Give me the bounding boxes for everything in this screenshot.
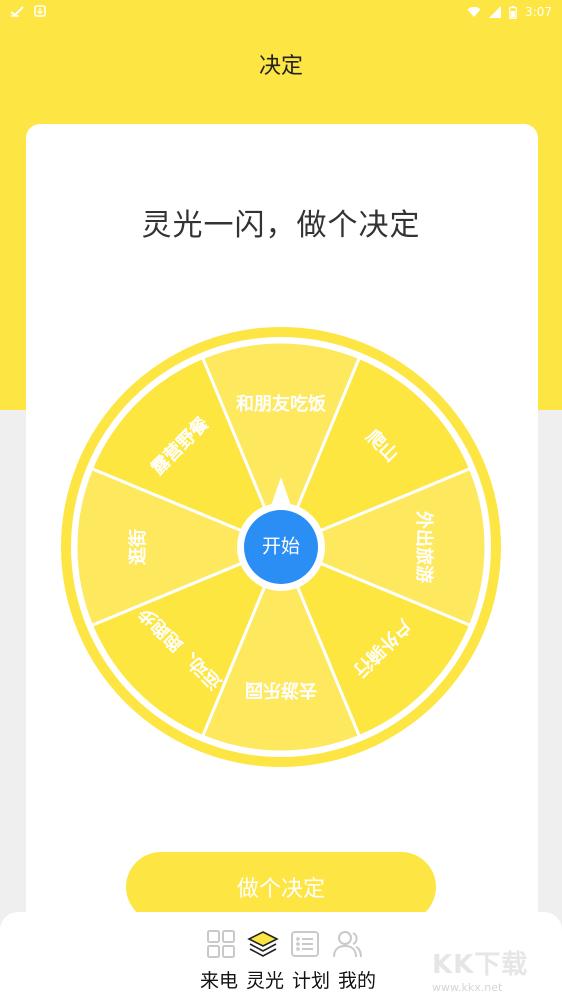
watermark-title: KK下载	[432, 950, 529, 980]
download-icon	[34, 4, 46, 20]
list-icon[interactable]	[287, 926, 323, 962]
decision-wheel[interactable]: 和朋友吃饭爬山外出旅游户外骑行去游乐园运动、跑跑步逛街露营野餐开始	[59, 325, 503, 769]
battery-icon	[509, 5, 517, 19]
start-button-label[interactable]: 开始	[262, 536, 300, 558]
wheel-segment-label: 去游乐园	[245, 679, 317, 701]
nav-label-inspiration[interactable]: 灵光	[246, 966, 284, 993]
nav-label-calls[interactable]: 来电	[200, 966, 238, 993]
check-icon	[10, 5, 24, 20]
signal-icon	[489, 6, 502, 18]
nav-label-plan[interactable]: 计划	[292, 966, 330, 993]
wheel-segment-label: 和朋友吃饭	[236, 393, 326, 415]
wheel-segment-label: 外出旅游	[413, 511, 435, 583]
user-icon[interactable]	[329, 926, 365, 962]
nav-label-mine[interactable]: 我的	[338, 966, 376, 993]
page-title: 决定	[258, 54, 303, 79]
grid-icon[interactable]	[203, 926, 239, 962]
status-time: 3:07	[525, 5, 552, 19]
wifi-icon	[467, 6, 481, 18]
layers-icon[interactable]	[245, 926, 281, 962]
wheel-segment-label: 逛街	[127, 529, 149, 565]
card-headline: 灵光一闪，做个决定	[141, 208, 421, 243]
watermark: KK下载 www.kkx.net	[432, 944, 560, 998]
status-bar: 3:07	[0, 0, 562, 24]
watermark-url: www.kkx.net	[432, 981, 503, 994]
